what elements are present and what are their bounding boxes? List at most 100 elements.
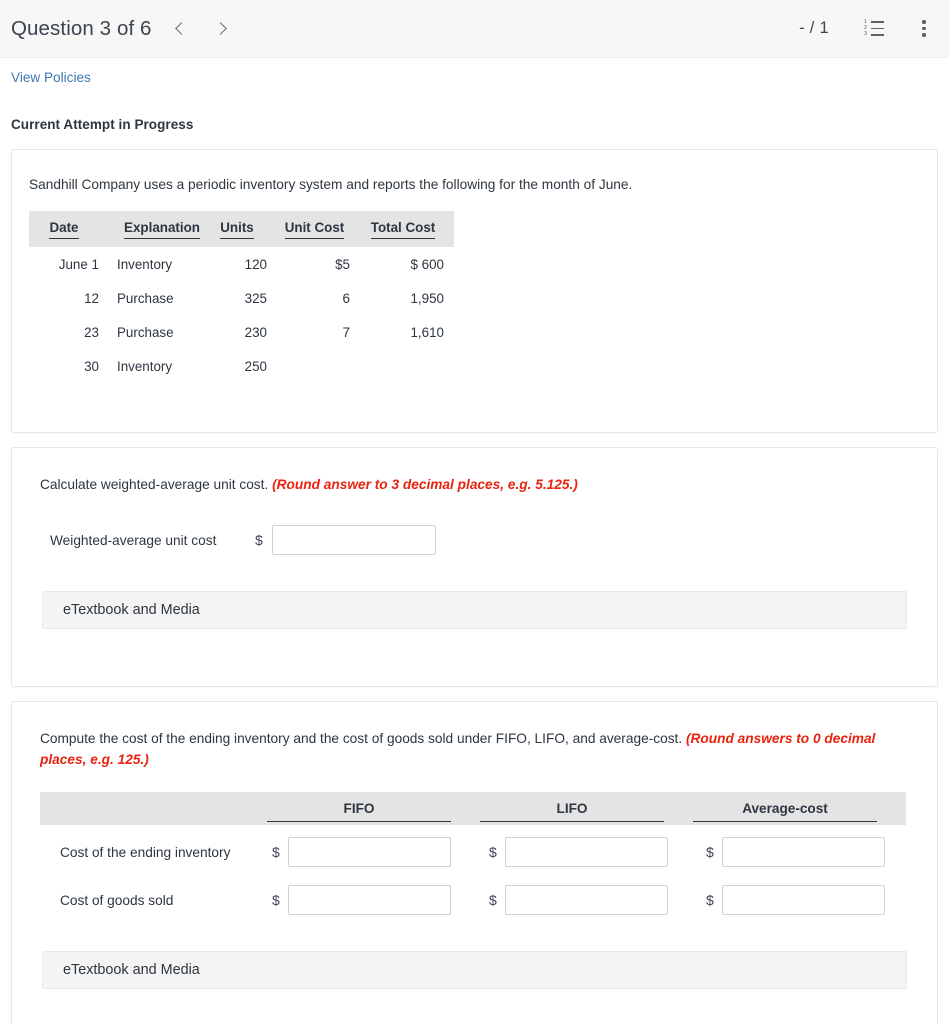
list-icon-bar <box>871 33 884 36</box>
table-row: Cost of the ending inventory $ $ $ <box>40 837 937 868</box>
ending-inventory-fifo-input[interactable] <box>287 837 451 868</box>
ordered-list-icon[interactable]: 1 2 3 <box>864 19 884 38</box>
page-title: Question 3 of 6 <box>11 16 152 40</box>
cogs-average-cost-cell: $ <box>706 885 894 916</box>
cell-total-cost: 1,950 <box>410 291 444 306</box>
cogs-fifo-input[interactable] <box>287 885 451 916</box>
cell-units: 120 <box>244 257 267 272</box>
ending-inventory-average-cost-input[interactable] <box>721 837 885 868</box>
dollar-sign: $ <box>489 844 497 861</box>
question-navigation <box>174 20 230 38</box>
row-label-ending-inventory: Cost of the ending inventory <box>60 844 231 860</box>
question-body: View Policies Current Attempt in Progres… <box>0 58 949 1024</box>
dollar-sign: $ <box>706 844 714 861</box>
cell-date: June 1 <box>58 257 99 272</box>
cell-units: 250 <box>244 359 267 374</box>
ending-inventory-average-cost-cell: $ <box>706 837 894 868</box>
inventory-table-body: June 1 Inventory 120 $5 $ 600 12 Purchas… <box>29 247 454 383</box>
etextbook-and-media-button[interactable]: eTextbook and Media <box>42 591 907 630</box>
weighted-average-label: Weighted-average unit cost <box>50 532 217 548</box>
question-header: Question 3 of 6 - / 1 1 2 3 <box>0 0 949 58</box>
column-header-total-cost: Total Cost <box>362 211 454 247</box>
weighted-average-answer-row: Weighted-average unit cost $ <box>12 495 937 556</box>
cell-total-cost <box>362 349 454 383</box>
compute-prompt: Compute the cost of the ending inventory… <box>12 702 937 770</box>
table-row: 30 Inventory 250 <box>29 349 454 383</box>
column-header-explanation: Explanation <box>107 211 207 247</box>
column-header-units-label: Units <box>220 220 254 239</box>
table-header-row: Date Explanation Units Unit Cost Total C… <box>29 211 454 247</box>
table-row: 23 Purchase 230 7 1,610 <box>29 315 454 349</box>
compute-costs-card: Compute the cost of the ending inventory… <box>11 701 938 1024</box>
cell-unit-cost <box>279 349 362 383</box>
cell-units: 230 <box>244 325 267 340</box>
kebab-menu-icon[interactable] <box>915 19 933 39</box>
column-header-date-label: Date <box>49 220 79 239</box>
etextbook-and-media-button[interactable]: eTextbook and Media <box>42 951 907 990</box>
inventory-intro-text: Sandhill Company uses a periodic invento… <box>29 177 633 192</box>
cell-total-cost: $ 600 <box>410 257 444 272</box>
column-header-units: Units <box>207 211 279 247</box>
table-row: 12 Purchase 325 6 1,950 <box>29 281 454 315</box>
column-header-average-cost-label: Average-cost <box>693 801 877 823</box>
cogs-lifo-cell: $ <box>489 885 677 916</box>
column-header-unit-cost: Unit Cost <box>279 211 362 247</box>
attempt-status: Current Attempt in Progress <box>11 117 194 132</box>
cell-explanation: Purchase <box>117 325 174 340</box>
view-policies-link[interactable]: View Policies <box>0 58 91 85</box>
cost-methods-table: FIFO LIFO Average-cost Cost of the endin… <box>12 770 937 916</box>
dollar-sign: $ <box>272 844 280 861</box>
weighted-average-rounding-hint: (Round answer to 3 decimal places, e.g. … <box>272 477 578 492</box>
column-header-fifo: FIFO <box>267 801 452 825</box>
column-header-explanation-label: Explanation <box>124 220 200 239</box>
inventory-table: Date Explanation Units Unit Cost Total C… <box>29 211 454 383</box>
question-page: Question 3 of 6 - / 1 1 2 3 View Policie… <box>0 0 949 1024</box>
cell-explanation: Purchase <box>117 291 174 306</box>
list-icon-bar <box>871 27 884 30</box>
cell-unit-cost: $5 <box>335 257 350 272</box>
column-header-fifo-label: FIFO <box>267 801 452 823</box>
table-row: June 1 Inventory 120 $5 $ 600 <box>29 247 454 281</box>
cell-unit-cost: 7 <box>342 325 350 340</box>
weighted-average-prompt: Calculate weighted-average unit cost. (R… <box>12 448 937 495</box>
list-icon-number-3: 3 <box>864 31 868 37</box>
dollar-sign: $ <box>706 892 714 909</box>
kebab-dot <box>922 26 926 31</box>
column-header-date: Date <box>29 211 107 247</box>
ending-inventory-lifo-cell: $ <box>489 837 677 868</box>
ending-inventory-fifo-cell: $ <box>272 837 460 868</box>
cell-date: 30 <box>84 359 99 374</box>
dollar-sign: $ <box>489 892 497 909</box>
ending-inventory-lifo-input[interactable] <box>504 837 668 868</box>
column-header-total-cost-label: Total Cost <box>370 220 436 239</box>
compute-prompt-text: Compute the cost of the ending inventory… <box>40 731 683 746</box>
cogs-lifo-input[interactable] <box>504 885 668 916</box>
kebab-dot <box>922 20 926 24</box>
cost-methods-table-header: FIFO LIFO Average-cost <box>40 792 906 826</box>
chevron-right-icon[interactable] <box>216 20 230 38</box>
cell-unit-cost: 6 <box>342 291 350 306</box>
weighted-average-card: Calculate weighted-average unit cost. (R… <box>11 447 938 687</box>
cogs-fifo-cell: $ <box>272 885 460 916</box>
inventory-table-header: Date Explanation Units Unit Cost Total C… <box>29 211 454 247</box>
table-row: Cost of goods sold $ $ $ <box>40 885 937 916</box>
column-header-lifo-label: LIFO <box>480 801 665 823</box>
cell-date: 23 <box>84 325 99 340</box>
chevron-left-icon[interactable] <box>174 20 188 38</box>
cell-explanation: Inventory <box>117 257 173 272</box>
list-icon-bar <box>871 21 884 24</box>
inventory-data-card: Sandhill Company uses a periodic invento… <box>11 149 938 433</box>
column-header-unit-cost-label: Unit Cost <box>284 220 345 239</box>
dollar-sign: $ <box>255 532 263 549</box>
kebab-dot <box>922 33 926 37</box>
column-header-average-cost: Average-cost <box>693 801 877 825</box>
row-label-cost-of-goods-sold: Cost of goods sold <box>60 892 174 908</box>
cell-total-cost: 1,610 <box>410 325 444 340</box>
weighted-average-unit-cost-input[interactable] <box>271 525 436 556</box>
dollar-sign: $ <box>272 892 280 909</box>
cell-explanation: Inventory <box>117 359 173 374</box>
cell-units: 325 <box>244 291 267 306</box>
score-display: - / 1 <box>799 19 829 37</box>
cogs-average-cost-input[interactable] <box>721 885 885 916</box>
column-header-lifo: LIFO <box>480 801 665 825</box>
